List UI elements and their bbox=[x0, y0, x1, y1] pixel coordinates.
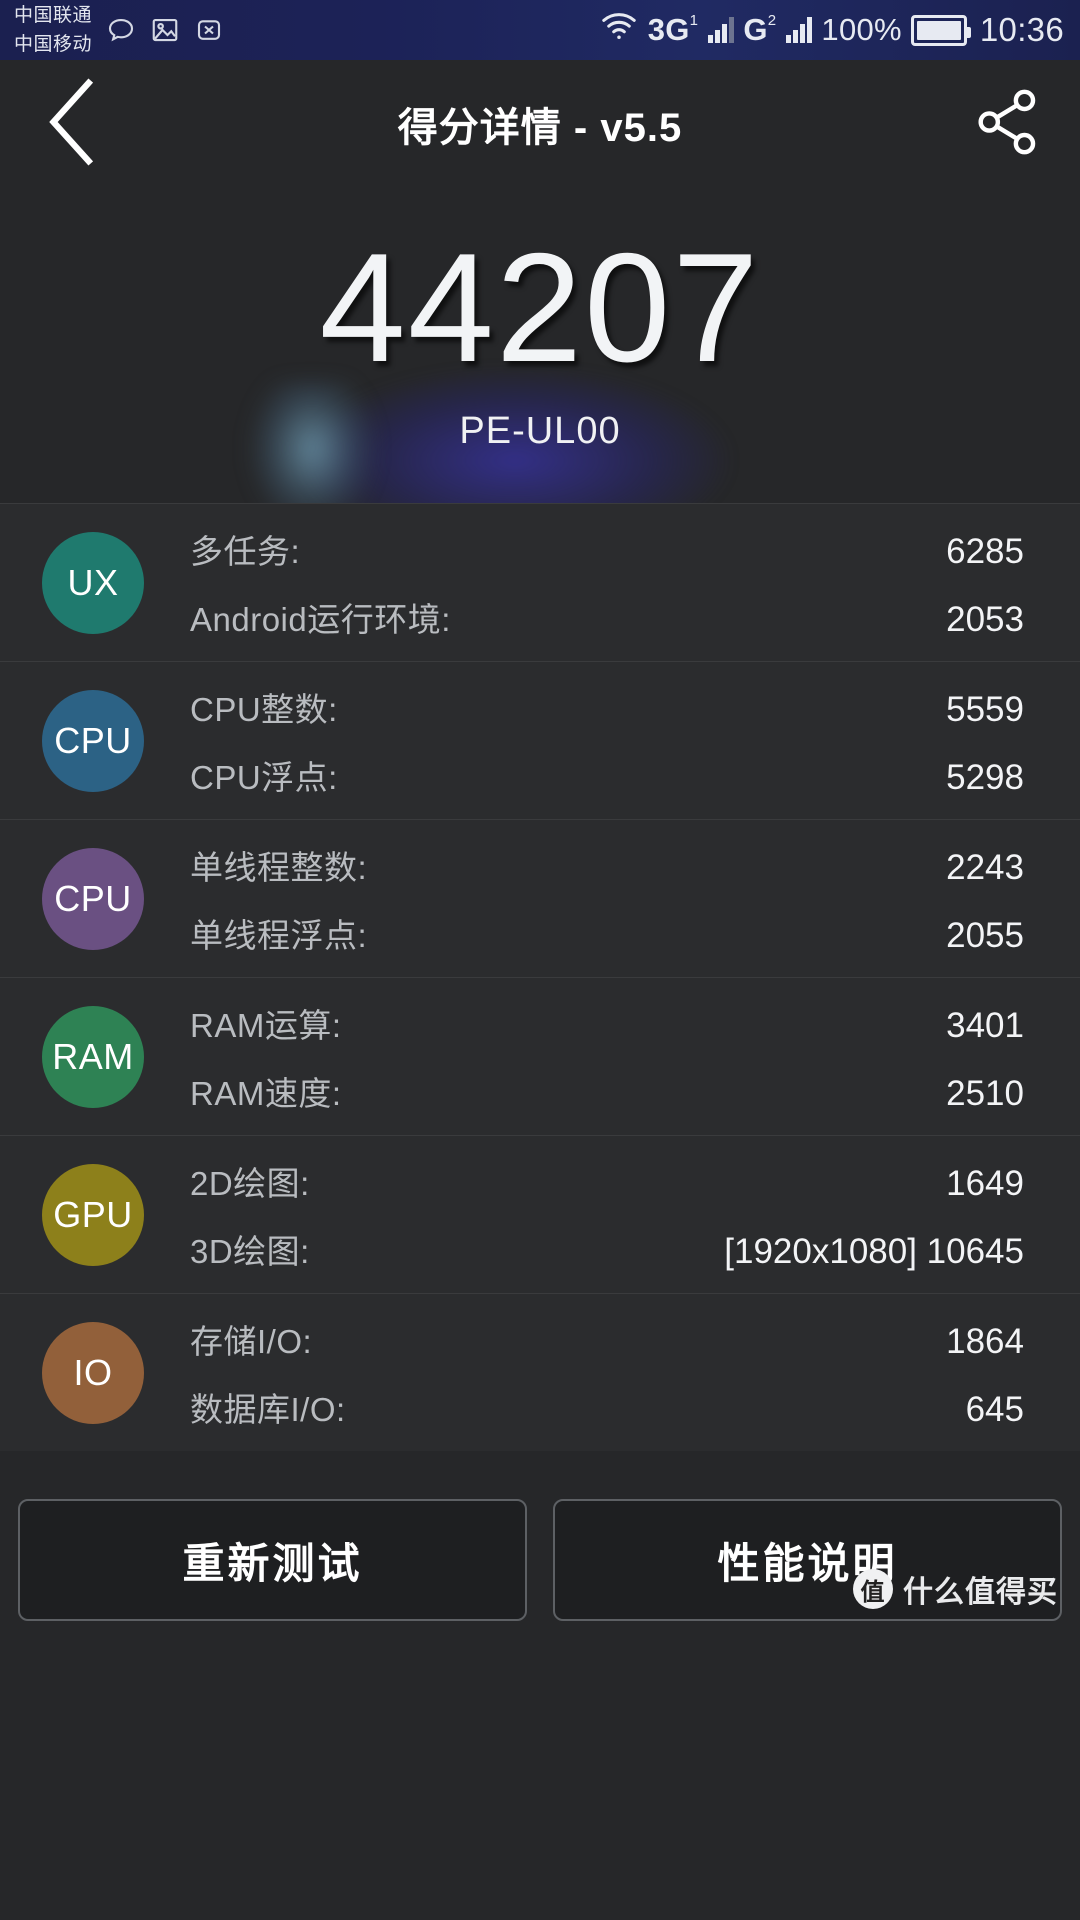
category-badge: RAM bbox=[42, 1005, 144, 1108]
sim1-slot-number: 1 bbox=[689, 12, 699, 29]
sim2-network-indicator: G 2 bbox=[743, 12, 777, 47]
carrier-line-1: 中国联通 bbox=[14, 5, 93, 26]
metric-label: 2D绘图: bbox=[190, 1164, 310, 1202]
sim2-slot-number: 2 bbox=[767, 12, 777, 29]
metric-label: Android运行环境: bbox=[190, 600, 451, 638]
battery-icon bbox=[910, 14, 971, 46]
back-button[interactable] bbox=[28, 77, 118, 172]
total-score-block: 44207 PE-UL00 bbox=[0, 188, 1080, 503]
metric-label: CPU整数: bbox=[190, 690, 338, 728]
benchmark-result-list: UX 多任务: 6285 Android运行环境: 2053 CPU CPU整数: 5559 C… bbox=[0, 503, 1080, 1451]
share-button[interactable] bbox=[962, 79, 1052, 169]
status-notification-icons bbox=[106, 15, 224, 45]
metric-value: 1864 bbox=[946, 1321, 1024, 1361]
metric-group: 多任务: 6285 Android运行环境: 2053 bbox=[190, 525, 1024, 641]
metric-value: 3401 bbox=[946, 1005, 1024, 1045]
message-bubble-icon bbox=[106, 15, 136, 45]
metric-label: 数据库I/O: bbox=[190, 1390, 346, 1428]
metric-label: RAM运算: bbox=[190, 1006, 342, 1044]
metric-value: 6285 bbox=[946, 531, 1024, 571]
sim1-network-indicator: 3G 1 bbox=[647, 12, 699, 47]
sim1-network-label: 3G bbox=[647, 12, 690, 47]
wifi-icon bbox=[599, 10, 639, 50]
metric-row: 2D绘图: 1649 bbox=[190, 1157, 1024, 1205]
category-badge: UX bbox=[42, 531, 144, 634]
metric-value: 645 bbox=[965, 1389, 1024, 1429]
metric-group: 存储I/O: 1864 数据库I/O: 645 bbox=[190, 1315, 1024, 1431]
metric-value: 1649 bbox=[946, 1163, 1024, 1203]
metric-row: 存储I/O: 1864 bbox=[190, 1315, 1024, 1363]
metric-value: 2053 bbox=[946, 599, 1024, 639]
page-title: 得分详情 - v5.5 bbox=[397, 106, 683, 150]
watermark-logo-icon: 值 bbox=[853, 1569, 893, 1609]
share-icon bbox=[971, 86, 1043, 163]
metric-value: 2055 bbox=[946, 915, 1024, 955]
retest-button[interactable]: 重新测试 bbox=[18, 1499, 527, 1621]
app-header: 得分详情 - v5.5 bbox=[0, 60, 1080, 188]
metric-label: 单线程整数: bbox=[190, 848, 368, 886]
benchmark-row: CPU CPU整数: 5559 CPU浮点: 5298 bbox=[0, 661, 1080, 819]
metric-value: 5559 bbox=[946, 689, 1024, 729]
metric-row: CPU浮点: 5298 bbox=[190, 751, 1024, 799]
metric-value: 5298 bbox=[946, 757, 1024, 797]
metric-label: 单线程浮点: bbox=[190, 916, 368, 954]
metric-label: CPU浮点: bbox=[190, 758, 338, 796]
metric-label: RAM速度: bbox=[190, 1074, 342, 1112]
carrier-labels: 中国联通 中国移动 bbox=[14, 1, 92, 59]
metric-group: 单线程整数: 2243 单线程浮点: 2055 bbox=[190, 841, 1024, 957]
metric-group: 2D绘图: 1649 3D绘图: [1920x1080] 10645 bbox=[190, 1157, 1024, 1273]
metric-row: 3D绘图: [1920x1080] 10645 bbox=[190, 1225, 1024, 1273]
status-bar: 中国联通 中国移动 3G 1 G 2 100% 10:36 bbox=[0, 0, 1080, 60]
benchmark-row: RAM RAM运算: 3401 RAM速度: 2510 bbox=[0, 977, 1080, 1135]
metric-row: 多任务: 6285 bbox=[190, 525, 1024, 573]
carrier-line-2: 中国移动 bbox=[14, 34, 93, 55]
total-score-value: 44207 bbox=[319, 221, 761, 394]
metric-label: 3D绘图: bbox=[190, 1232, 310, 1270]
metric-row: Android运行环境: 2053 bbox=[190, 593, 1024, 641]
metric-value: 2510 bbox=[946, 1073, 1024, 1113]
metric-row: 数据库I/O: 645 bbox=[190, 1383, 1024, 1431]
sim2-signal-bars-icon bbox=[786, 17, 813, 43]
metric-row: 单线程浮点: 2055 bbox=[190, 909, 1024, 957]
device-model-label: PE-UL00 bbox=[459, 410, 621, 452]
category-badge: CPU bbox=[42, 847, 144, 950]
category-badge: GPU bbox=[42, 1163, 144, 1266]
sim1-signal-bars-icon bbox=[708, 17, 735, 43]
benchmark-row: GPU 2D绘图: 1649 3D绘图: [1920x1080] 10645 bbox=[0, 1135, 1080, 1293]
metric-row: CPU整数: 5559 bbox=[190, 683, 1024, 731]
footer-actions: 重新测试 性能说明 值 什么值得买 bbox=[0, 1451, 1080, 1621]
clock-label: 10:36 bbox=[979, 11, 1064, 48]
sim2-network-label: G bbox=[743, 12, 768, 47]
benchmark-row: CPU 单线程整数: 2243 单线程浮点: 2055 bbox=[0, 819, 1080, 977]
metric-group: RAM运算: 3401 RAM速度: 2510 bbox=[190, 999, 1024, 1115]
metric-row: RAM速度: 2510 bbox=[190, 1067, 1024, 1115]
image-icon bbox=[150, 15, 180, 45]
battery-percent-label: 100% bbox=[821, 12, 902, 47]
metric-value: [1920x1080] 10645 bbox=[724, 1231, 1024, 1271]
metric-row: 单线程整数: 2243 bbox=[190, 841, 1024, 889]
metric-value: 2243 bbox=[946, 847, 1024, 887]
status-right-cluster: 3G 1 G 2 100% 10:36 bbox=[599, 10, 1064, 50]
metric-label: 多任务: bbox=[190, 532, 301, 570]
metric-label: 存储I/O: bbox=[190, 1322, 313, 1360]
back-chevron-icon bbox=[41, 77, 105, 172]
category-badge: CPU bbox=[42, 689, 144, 792]
category-badge: IO bbox=[42, 1321, 144, 1424]
watermark-text: 什么值得买 bbox=[903, 1576, 1058, 1609]
watermark: 值 什么值得买 bbox=[853, 1567, 1058, 1611]
benchmark-row: IO 存储I/O: 1864 数据库I/O: 645 bbox=[0, 1293, 1080, 1451]
watch-x-icon bbox=[194, 15, 224, 45]
metric-group: CPU整数: 5559 CPU浮点: 5298 bbox=[190, 683, 1024, 799]
benchmark-row: UX 多任务: 6285 Android运行环境: 2053 bbox=[0, 503, 1080, 661]
metric-row: RAM运算: 3401 bbox=[190, 999, 1024, 1047]
